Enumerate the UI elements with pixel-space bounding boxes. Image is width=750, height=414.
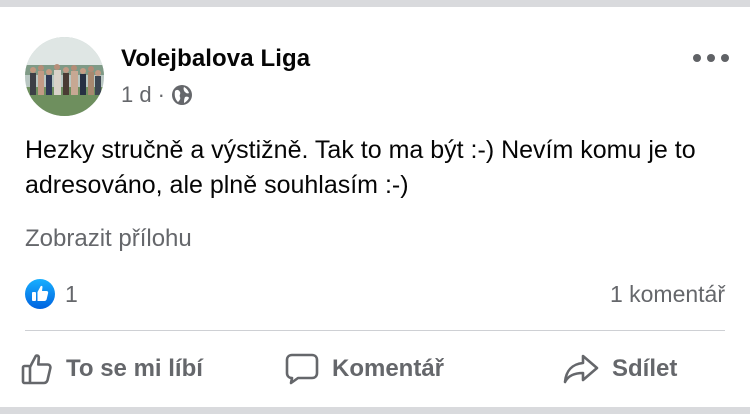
thumbs-up-icon (20, 352, 54, 386)
like-label: To se mi líbí (66, 355, 203, 382)
comment-bubble-icon (284, 352, 320, 386)
share-label: Sdílet (612, 355, 678, 382)
globe-icon (171, 84, 193, 106)
comment-button[interactable]: Komentář (284, 349, 444, 389)
share-arrow-icon (562, 353, 600, 385)
more-dot (707, 54, 715, 62)
comment-label: Komentář (332, 355, 445, 382)
post-time[interactable]: 1 d (121, 82, 152, 108)
actions-divider (25, 330, 725, 331)
post-card: Volejbalova Liga 1 d · Hezky stručně a v… (0, 7, 750, 407)
meta-separator: · (157, 82, 165, 107)
comments-count-link[interactable]: 1 komentář (610, 281, 725, 308)
author-name[interactable]: Volejbalova Liga (121, 45, 310, 73)
more-dot (721, 54, 729, 62)
share-button[interactable]: Sdílet (562, 349, 677, 389)
like-button[interactable]: To se mi líbí (20, 349, 203, 389)
post-text: Hezky stručně a výstižně. Tak to ma být … (25, 136, 696, 199)
author-avatar[interactable] (25, 37, 104, 116)
like-badge-icon (25, 279, 55, 309)
reaction-count: 1 (65, 280, 78, 307)
reactions-summary[interactable]: 1 (25, 279, 78, 309)
more-options-button[interactable] (693, 52, 729, 64)
post-meta: 1 d · (121, 82, 193, 108)
show-attachment-link[interactable]: Zobrazit přílohu (25, 225, 192, 253)
more-dot (693, 54, 701, 62)
